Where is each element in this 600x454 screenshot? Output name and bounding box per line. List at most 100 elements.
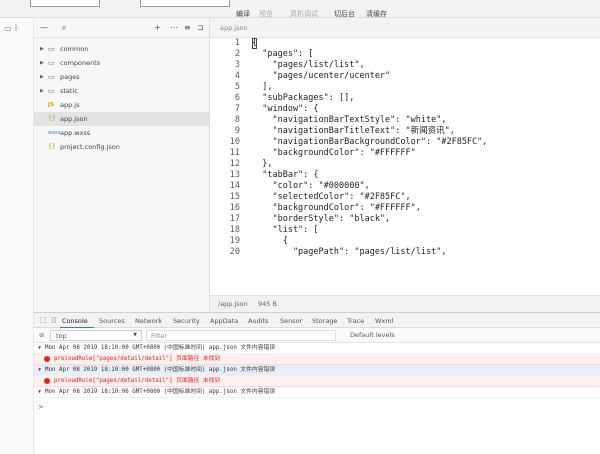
js-file-icon: JS <box>48 102 55 108</box>
list-icon[interactable]: ≡ <box>184 23 191 32</box>
wxss-file-icon: wxss <box>48 130 61 136</box>
split-icon[interactable]: ⊐ <box>197 23 204 32</box>
code-line[interactable]: "navigationBarTitleText": "新闻资讯", <box>252 126 487 137</box>
log-levels-select[interactable]: Default levels <box>350 331 395 339</box>
code-line[interactable]: "selectedColor": "#2F85FC", <box>252 192 487 203</box>
tab-trace[interactable]: Trace <box>347 317 364 325</box>
console-group-row[interactable]: ▼ Mon Apr 08 2019 18:10:00 GMT+0800 (中国标… <box>34 365 600 376</box>
chevron-right-icon: ▶ <box>40 88 44 94</box>
tree-item-app-wxss[interactable]: wxss app.wxss <box>34 126 209 140</box>
tree-item-pages[interactable]: ▶ ▭ pages <box>34 70 209 84</box>
tab-audits[interactable]: Audits <box>248 317 268 325</box>
search-icon[interactable]: ⌕ <box>62 23 66 33</box>
file-explorer: — ⌕ + ⋯ ≡ ⊐ ▶ ▭ common ▶ ▭ components ▶ … <box>34 18 210 312</box>
code-line[interactable]: "subPackages": [], <box>252 93 487 104</box>
inspect-icon[interactable]: ⬚ <box>40 316 47 324</box>
code-line[interactable]: "pages/list/list", <box>252 60 487 71</box>
tab-storage[interactable]: Storage <box>312 317 337 325</box>
console-error-row: preloadRule["pages/detail/detail"] 页面路径 … <box>34 354 600 365</box>
json-file-icon: {} <box>48 143 56 150</box>
code-editor[interactable]: 1 2 3 4 5 6 7 8 9 10 11 12 13 14 15 16 17 18 19 20 { "pages… <box>210 38 600 295</box>
tree-item-project-config[interactable]: {} project.config.json <box>34 140 209 154</box>
folder-icon: ▭ <box>48 45 55 53</box>
editor-statusbar: /app.json 945 B <box>210 295 600 312</box>
line-number: 12 <box>229 159 240 169</box>
tree-item-common[interactable]: ▶ ▭ common <box>34 42 209 56</box>
tree-item-app-json[interactable]: {} app.json <box>34 112 209 126</box>
code-line[interactable]: { <box>252 236 487 247</box>
folder-icon: ▭ <box>48 87 55 95</box>
code-line[interactable]: { <box>252 38 487 49</box>
json-file-icon: {} <box>48 115 56 122</box>
activity-rail: ▭ ⠇ <box>0 18 34 454</box>
tab-console[interactable]: Console <box>62 317 88 325</box>
compile-mode-select[interactable] <box>140 0 230 7</box>
tree-item-components[interactable]: ▶ ▭ components <box>34 56 209 70</box>
code-line[interactable]: "color": "#000000", <box>252 181 487 192</box>
chevron-right-icon: ▶ <box>40 74 44 80</box>
mode-select[interactable] <box>30 0 100 7</box>
code-line[interactable]: "pagePath": "pages/list/list", <box>252 247 487 258</box>
bracket-match-highlight <box>252 38 257 49</box>
line-number: 9 <box>234 126 240 136</box>
line-number: 3 <box>234 60 240 70</box>
tree-item-static[interactable]: ▶ ▭ static <box>34 84 209 98</box>
status-file-path: /app.json <box>218 300 248 308</box>
code-line[interactable]: "tabBar": { <box>252 170 487 181</box>
top-toolbar: 编译 预览 真机调试 切后台 清缓存 <box>0 0 600 18</box>
file-list: ▶ ▭ common ▶ ▭ components ▶ ▭ pages ▶ ▭ … <box>34 38 209 154</box>
console-group-row[interactable]: ▼ Mon Apr 08 2019 18:10:06 GMT+0800 (中国标… <box>34 387 600 398</box>
menu-icon[interactable]: ⋯ <box>170 23 178 32</box>
chevron-right-icon: ▶ <box>40 60 44 66</box>
code-line[interactable]: "pages": [ <box>252 49 487 60</box>
code-line[interactable]: ], <box>252 82 487 93</box>
add-icon[interactable]: + <box>154 23 161 32</box>
editor-tab-app-json[interactable]: app.json <box>220 24 248 32</box>
console-error-row: preloadRule["pages/detail/detail"] 页面路径 … <box>34 376 600 387</box>
folder-icon: ▭ <box>48 59 55 67</box>
console-filterbar: ⊘ top ▼ Filter Default levels <box>34 328 600 343</box>
disclosure-triangle-icon: ▼ <box>38 389 42 395</box>
tab-sensor[interactable]: Sensor <box>280 317 302 325</box>
tree-item-app-js[interactable]: JS app.js <box>34 98 209 112</box>
code-line[interactable]: "backgroundColor": "#FFFFFF" <box>252 148 487 159</box>
code-line[interactable]: "backgroundColor": "#FFFFFF", <box>252 203 487 214</box>
clear-console-icon[interactable]: ⊘ <box>39 331 44 339</box>
line-number: 10 <box>229 137 240 147</box>
code-line[interactable]: "window": { <box>252 104 487 115</box>
window-icon[interactable]: ▭ ⠇ <box>4 24 20 33</box>
code-line[interactable]: "list": [ <box>252 225 487 236</box>
console-group-row[interactable]: ▼ Mon Apr 08 2019 18:10:00 GMT+0800 (中国标… <box>34 343 600 354</box>
tab-appdata[interactable]: AppData <box>210 317 238 325</box>
code-lines[interactable]: { "pages": [ "pages/list/list", "pages/u… <box>252 38 487 258</box>
code-line[interactable]: "pages/ucenter/ucenter" <box>252 71 487 82</box>
line-number: 17 <box>229 214 240 224</box>
line-number: 5 <box>234 82 240 92</box>
tab-network[interactable]: Network <box>135 317 162 325</box>
console-prompt[interactable]: > <box>38 403 44 411</box>
code-line[interactable]: "borderStyle": "black", <box>252 214 487 225</box>
error-icon <box>44 356 50 362</box>
line-number: 11 <box>229 148 240 158</box>
disclosure-triangle-icon: ▼ <box>38 345 42 351</box>
status-file-size: 945 B <box>258 300 277 308</box>
code-line[interactable]: }, <box>252 159 487 170</box>
line-number: 16 <box>229 203 240 213</box>
line-number: 7 <box>234 104 240 114</box>
tab-sources[interactable]: Sources <box>99 317 125 325</box>
line-number: 6 <box>234 93 240 103</box>
line-number: 20 <box>229 247 240 257</box>
line-number: 18 <box>229 225 240 235</box>
disclosure-triangle-icon: ▼ <box>38 367 42 373</box>
line-number: 4 <box>234 71 240 81</box>
code-line[interactable]: "navigationBarBackgroundColor": "#2F85FC… <box>252 137 487 148</box>
line-number: 19 <box>229 236 240 246</box>
explorer-header: — ⌕ + ⋯ ≡ ⊐ <box>34 18 209 38</box>
collapse-icon[interactable]: — <box>40 23 48 32</box>
context-select[interactable]: top ▼ <box>50 330 142 341</box>
code-line[interactable]: "navigationBarTextStyle": "white", <box>252 115 487 126</box>
tab-security[interactable]: Security <box>173 317 200 325</box>
device-icon[interactable]: ▯ <box>52 316 56 324</box>
tab-wxml[interactable]: Wxml <box>375 317 393 325</box>
filter-input[interactable]: Filter <box>146 330 336 341</box>
